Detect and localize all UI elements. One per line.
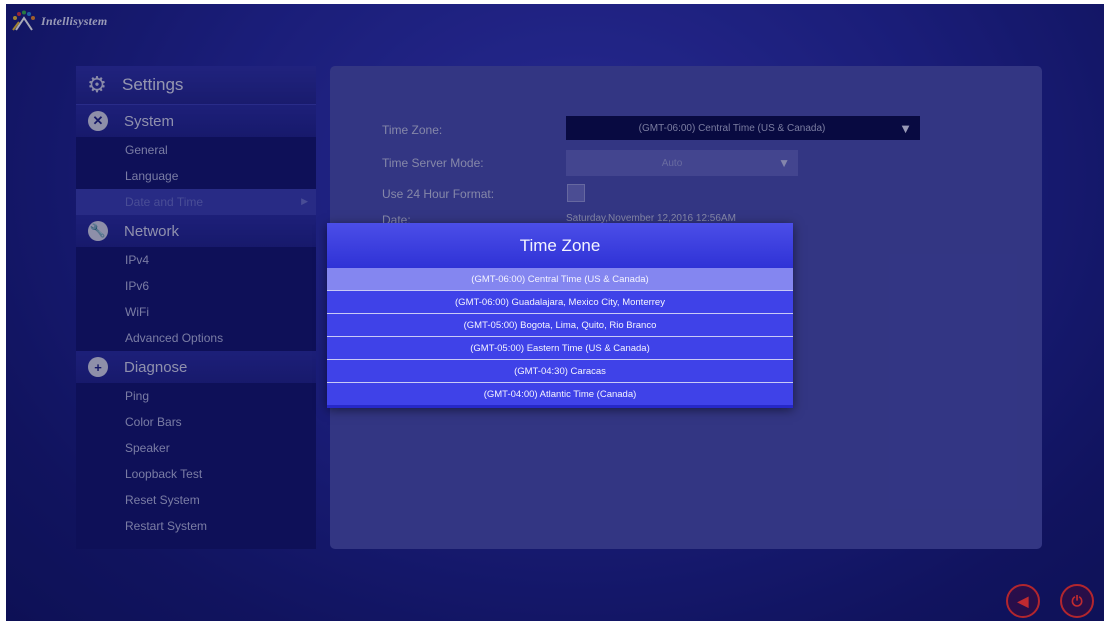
time-zone-option[interactable]: (GMT-04:00) Atlantic Time (Canada) (327, 383, 793, 405)
dialog-title: Time Zone (327, 223, 793, 268)
power-button[interactable]: ⏻ (1060, 584, 1094, 618)
time-zone-option[interactable]: (GMT-05:00) Bogota, Lima, Quito, Rio Bra… (327, 314, 793, 337)
time-zone-option[interactable]: (GMT-05:00) Eastern Time (US & Canada) (327, 337, 793, 360)
power-icon: ⏻ (1071, 592, 1083, 609)
app-screen: Intellisystem ⚙ Settings ✕ System Genera… (6, 4, 1104, 621)
time-zone-option[interactable]: (GMT-06:00) Central Time (US & Canada) (327, 268, 793, 291)
time-zone-option[interactable]: (GMT-04:30) Caracas (327, 360, 793, 383)
time-zone-dialog: Time Zone (GMT-06:00) Central Time (US &… (327, 223, 793, 408)
back-button[interactable]: ◀ (1006, 584, 1040, 618)
back-icon: ◀ (1017, 592, 1029, 609)
time-zone-option[interactable]: (GMT-06:00) Guadalajara, Mexico City, Mo… (327, 291, 793, 314)
